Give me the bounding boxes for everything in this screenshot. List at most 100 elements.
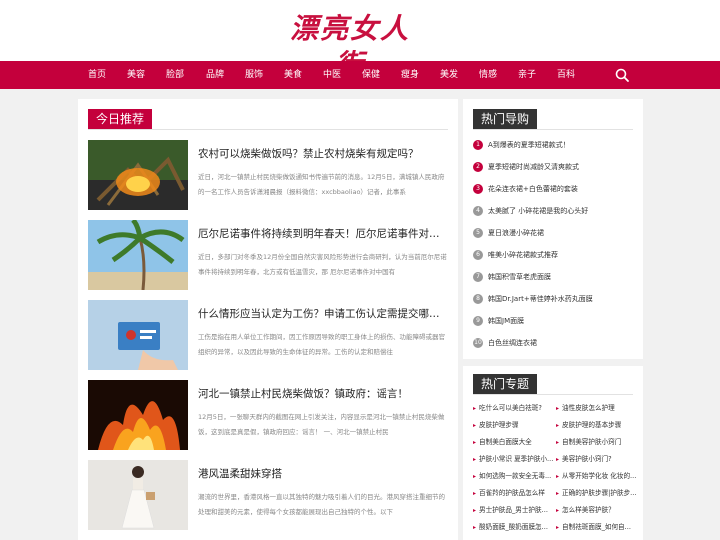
topic-link[interactable]: ▸ 自制祛斑面膜_如何自... — [556, 521, 638, 533]
hot-guide-link[interactable]: 韩国积雪草老虎面膜 — [488, 270, 551, 284]
article-summary: 近日，河北一镇禁止村民烧柴做饭通知书传遍节前的消息。12月5日，满城镇人民政府的… — [198, 173, 445, 196]
topic-link[interactable]: ▸ 油性皮肤怎么护理 — [556, 402, 638, 414]
nav-item-home[interactable]: 首页 — [88, 61, 106, 89]
article-item[interactable]: 什么情形应当认定为工伤？申请工伤认定需提交哪些材料？ 工伤是指在用人单位工作期间… — [88, 300, 448, 370]
hot-guide-item[interactable]: 5 夏日浪漫小碎花裙 — [473, 226, 638, 240]
header: 漂亮女人街 — [0, 0, 720, 81]
article-item[interactable]: 农村可以烧柴做饭吗？禁止农村烧柴有规定吗？ 近日，河北一镇禁止村民烧柴做饭通知书… — [88, 140, 448, 210]
article-thumbnail[interactable] — [88, 460, 188, 530]
topic-label[interactable]: 自制美白面膜大全 — [479, 438, 532, 446]
topic-label[interactable]: 怎么样美容护肤？ — [562, 506, 615, 514]
hot-guide-item[interactable]: 9 韩国JM面膜 — [473, 314, 638, 328]
rank-badge: 9 — [473, 316, 483, 326]
topic-link[interactable]: ▸ 百雀羚的护肤品怎么样 — [473, 487, 555, 499]
nav-item-wiki[interactable]: 百科 — [557, 61, 575, 89]
topic-label[interactable]: 百雀羚的护肤品怎么样 — [479, 489, 545, 497]
hot-guide-item[interactable]: 4 太美腻了 小碎花裙是我的心头好 — [473, 204, 638, 218]
nav-item-slimming[interactable]: 瘦身 — [401, 61, 419, 89]
hot-guide-link[interactable]: 白色丝绸连衣裙 — [488, 336, 537, 350]
arrow-right-icon: ▸ — [473, 422, 477, 429]
article-title[interactable]: 厄尔尼诺事件将持续到明年春天！厄尔尼诺事件对中国有... — [198, 226, 443, 241]
nav-item-food[interactable]: 美食 — [284, 61, 302, 89]
topic-link[interactable]: ▸ 自制美容护肤小窍门 — [556, 436, 638, 448]
hot-topics-panel: 热门专题 ▸ 吃什么可以美白祛斑? ▸ 油性皮肤怎么护理 ▸ 皮肤护理步骤 ▸ 皮肤护理… — [463, 366, 643, 540]
arrow-right-icon: ▸ — [556, 507, 560, 514]
search-icon[interactable] — [614, 67, 630, 83]
hot-guide-item[interactable]: 8 韩国Dr.Jart+蒂佳婷补水药丸面膜 — [473, 292, 638, 306]
nav-item-brand[interactable]: 品牌 — [206, 61, 224, 89]
topic-label[interactable]: 酸奶面膜_酸奶面膜怎... — [479, 523, 548, 531]
hot-guide-link[interactable]: 韩国Dr.Jart+蒂佳婷补水药丸面膜 — [488, 292, 593, 306]
nav-item-parenting[interactable]: 亲子 — [518, 61, 536, 89]
rank-badge: 2 — [473, 162, 483, 172]
hot-guide-item[interactable]: 7 韩国积雪草老虎面膜 — [473, 270, 638, 284]
hot-guide-link[interactable]: A到爆表的夏季短裙款式！ — [488, 138, 570, 152]
topic-label[interactable]: 油性皮肤怎么护理 — [562, 404, 615, 412]
recommend-heading: 今日推荐 — [88, 109, 153, 129]
topic-label[interactable]: 从零开始学化妆 化妆的... — [562, 472, 636, 480]
article-item[interactable]: 河北一镇禁止村民烧柴做饭？镇政府：谣言！ 12月5日，一张聊天群内的截图在网上引… — [88, 380, 448, 450]
article-thumbnail[interactable] — [88, 140, 188, 210]
nav-item-hair[interactable]: 美发 — [440, 61, 458, 89]
hot-guide-link[interactable]: 韩国JM面膜 — [488, 314, 524, 328]
nav-item-tcm[interactable]: 中医 — [323, 61, 341, 89]
nav-item-beauty[interactable]: 美容 — [127, 61, 145, 89]
topic-label[interactable]: 美容护肤小窍门? — [562, 455, 612, 463]
topic-link[interactable]: ▸ 如何选购一款安全无毒... — [473, 470, 555, 482]
hot-guide-link[interactable]: 唯美小碎花裙款式推荐 — [488, 248, 558, 262]
topic-link[interactable]: ▸ 自制美白面膜大全 — [473, 436, 555, 448]
hot-guide-link[interactable]: 夏季短裙时尚减龄又清爽款式 — [488, 160, 579, 174]
topic-link[interactable]: ▸ 皮肤护理的基本步骤 — [556, 419, 638, 431]
nav-item-health[interactable]: 保健 — [362, 61, 380, 89]
article-thumbnail[interactable] — [88, 380, 188, 450]
topic-label[interactable]: 护肤小常识 夏季护肤小... — [479, 455, 553, 463]
topic-link[interactable]: ▸ 正确的护肤步骤|护肤步... — [556, 487, 638, 499]
article-title[interactable]: 农村可以烧柴做饭吗？禁止农村烧柴有规定吗？ — [198, 146, 443, 161]
topic-link[interactable]: ▸ 护肤小常识 夏季护肤小... — [473, 453, 555, 465]
hot-guide-link[interactable]: 太美腻了 小碎花裙是我的心头好 — [488, 204, 588, 218]
article-summary: 工伤是指在用人单位工作期间，因工作原因导致的职工身体上的损伤、功能障碍或器官组织… — [198, 333, 445, 356]
heading-divider — [473, 394, 633, 395]
topic-label[interactable]: 男士护肤品_男士护肤... — [479, 506, 548, 514]
topic-link[interactable]: ▸ 怎么样美容护肤？ — [556, 504, 638, 516]
article-title[interactable]: 什么情形应当认定为工伤？申请工伤认定需提交哪些材料？ — [198, 306, 443, 321]
article-item[interactable]: 港风温柔甜妹穿搭 潮流的世界里，香港风格一直以其独特的魅力吸引着人们的目光。港风… — [88, 460, 448, 530]
heading-divider — [473, 129, 633, 130]
topic-link[interactable]: ▸ 从零开始学化妆 化妆的... — [556, 470, 638, 482]
topic-label[interactable]: 皮肤护理的基本步骤 — [562, 421, 621, 429]
topic-link[interactable]: ▸ 酸奶面膜_酸奶面膜怎... — [473, 521, 555, 533]
arrow-right-icon: ▸ — [473, 405, 477, 412]
topic-label[interactable]: 皮肤护理步骤 — [479, 421, 519, 429]
topic-label[interactable]: 如何选购一款安全无毒... — [479, 472, 551, 480]
article-item[interactable]: 厄尔尼诺事件将持续到明年春天！厄尔尼诺事件对中国有... 近日，多部门对冬季及1… — [88, 220, 448, 290]
rank-badge: 5 — [473, 228, 483, 238]
nav-item-emotion[interactable]: 情感 — [479, 61, 497, 89]
hot-guide-item[interactable]: 6 唯美小碎花裙款式推荐 — [473, 248, 638, 262]
topic-label[interactable]: 自制祛斑面膜_如何自... — [562, 523, 631, 531]
arrow-right-icon: ▸ — [473, 439, 477, 446]
article-title[interactable]: 港风温柔甜妹穿搭 — [198, 466, 443, 481]
topic-label[interactable]: 自制美容护肤小窍门 — [562, 438, 621, 446]
article-title[interactable]: 河北一镇禁止村民烧柴做饭？镇政府：谣言！ — [198, 386, 443, 401]
site-logo[interactable]: 漂亮女人街 — [280, 11, 420, 81]
hot-guide-item[interactable]: 1 A到爆表的夏季短裙款式！ — [473, 138, 638, 152]
hot-guide-link[interactable]: 花朵连衣裙+白色蕾裙的套装 — [488, 182, 578, 196]
arrow-right-icon: ▸ — [473, 490, 477, 497]
article-thumbnail[interactable] — [88, 300, 188, 370]
topic-link[interactable]: ▸ 美容护肤小窍门? — [556, 453, 638, 465]
hot-guide-item[interactable]: 10 白色丝绸连衣裙 — [473, 336, 638, 350]
topic-link[interactable]: ▸ 皮肤护理步骤 — [473, 419, 555, 431]
topic-label[interactable]: 吃什么可以美白祛斑? — [479, 404, 542, 412]
article-thumbnail[interactable] — [88, 220, 188, 290]
nav-item-face[interactable]: 脸部 — [166, 61, 184, 89]
hot-guide-item[interactable]: 3 花朵连衣裙+白色蕾裙的套装 — [473, 182, 638, 196]
topic-link[interactable]: ▸ 男士护肤品_男士护肤... — [473, 504, 555, 516]
topic-link[interactable]: ▸ 吃什么可以美白祛斑? — [473, 402, 555, 414]
topic-label[interactable]: 正确的护肤步骤|护肤步... — [562, 489, 636, 497]
recommend-panel: 今日推荐 农村可以烧柴做饭吗？禁止农村烧柴有规定吗？ 近日，河北一镇禁止村民烧柴… — [78, 99, 458, 540]
hot-guide-item[interactable]: 2 夏季短裙时尚减龄又清爽款式 — [473, 160, 638, 174]
hot-guide-heading: 热门导购 — [473, 109, 538, 129]
nav-item-fashion[interactable]: 服饰 — [245, 61, 263, 89]
hot-guide-link[interactable]: 夏日浪漫小碎花裙 — [488, 226, 544, 240]
rank-badge: 3 — [473, 184, 483, 194]
